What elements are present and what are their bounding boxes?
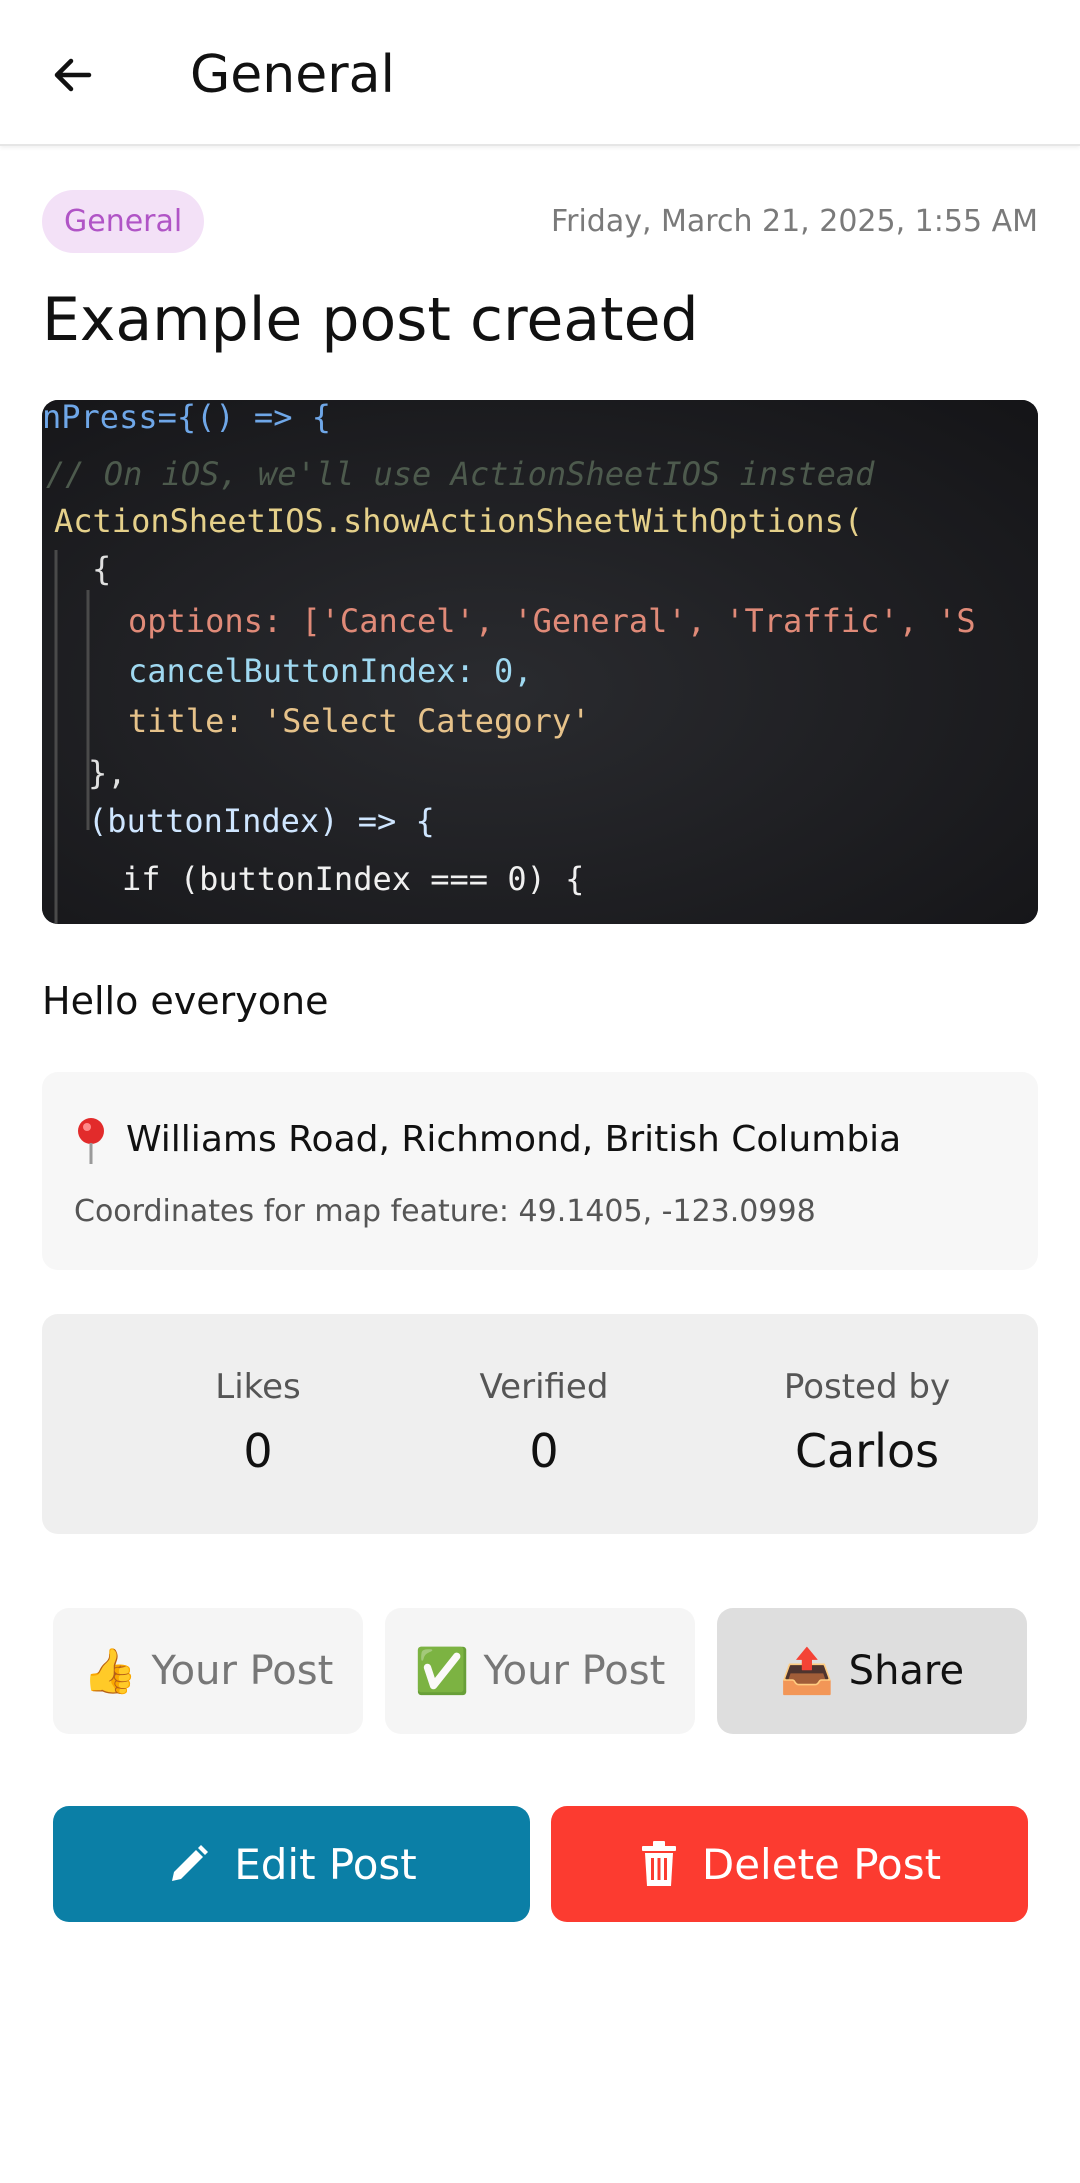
like-button-label: Your Post	[151, 1648, 334, 1694]
verified-value: 0	[529, 1424, 559, 1478]
arrow-left-icon	[54, 58, 92, 92]
code-line: options: ['Cancel', 'General', 'Traffic'…	[128, 602, 976, 640]
verify-button[interactable]: ✅ Your Post	[385, 1608, 695, 1734]
edit-post-button[interactable]: Edit Post	[53, 1806, 530, 1922]
stats-card: Likes 0 Verified 0 Posted by Carlos	[42, 1314, 1038, 1534]
code-line: title: 'Select Category'	[128, 702, 590, 740]
share-button[interactable]: 📤 Share	[717, 1608, 1027, 1734]
posted-by-value: Carlos	[794, 1424, 940, 1478]
post-title: Example post created	[42, 285, 699, 355]
code-line: if (buttonIndex === 0) {	[122, 860, 584, 898]
code-line: },	[88, 754, 127, 792]
location-coordinates: Coordinates for map feature: 49.1405, -1…	[74, 1194, 816, 1229]
post-image: nPress={() => { // On iOS, we'll use Act…	[42, 400, 1038, 924]
location-card: Williams Road, Richmond, British Columbi…	[42, 1072, 1038, 1270]
posted-by-label: Posted by	[783, 1367, 951, 1407]
code-line: cancelButtonIndex: 0,	[128, 652, 533, 690]
share-tray-icon: 📤	[779, 1646, 835, 1697]
verify-button-label: Your Post	[483, 1648, 666, 1694]
edit-post-label: Edit Post	[234, 1839, 417, 1889]
code-line: ActionSheetIOS.showActionSheetWithOption…	[54, 502, 863, 540]
code-line: (buttonIndex) => {	[88, 802, 435, 840]
code-line: nPress={() => {	[42, 400, 331, 436]
post-timestamp: Friday, March 21, 2025, 1:55 AM	[551, 204, 1038, 239]
verified-label: Verified	[479, 1367, 609, 1407]
back-button[interactable]	[38, 40, 108, 110]
page-title: General	[190, 45, 395, 105]
likes-label: Likes	[215, 1367, 301, 1407]
stat-verified: Verified 0	[428, 1364, 660, 1484]
pin-icon	[78, 1118, 104, 1164]
check-icon: ✅	[414, 1646, 470, 1697]
stat-likes: Likes 0	[142, 1364, 374, 1484]
trash-icon	[641, 1841, 676, 1886]
code-line: // On iOS, we'll use ActionSheetIOS inst…	[46, 455, 875, 493]
delete-post-button[interactable]: Delete Post	[551, 1806, 1028, 1922]
stat-posted-by: Posted by Carlos	[702, 1364, 1032, 1484]
likes-value: 0	[243, 1424, 273, 1478]
location-name: Williams Road, Richmond, British Columbi…	[126, 1119, 902, 1160]
delete-post-label: Delete Post	[701, 1839, 942, 1889]
share-button-label: Share	[848, 1648, 965, 1694]
app-header: General	[0, 0, 1080, 146]
like-button[interactable]: 👍 Your Post	[53, 1608, 363, 1734]
post-body: Hello everyone	[42, 979, 329, 1023]
category-badge: General	[42, 190, 205, 253]
pencil-icon	[172, 1845, 209, 1881]
code-line: {	[92, 550, 111, 588]
thumbs-up-icon: 👍	[82, 1646, 138, 1697]
